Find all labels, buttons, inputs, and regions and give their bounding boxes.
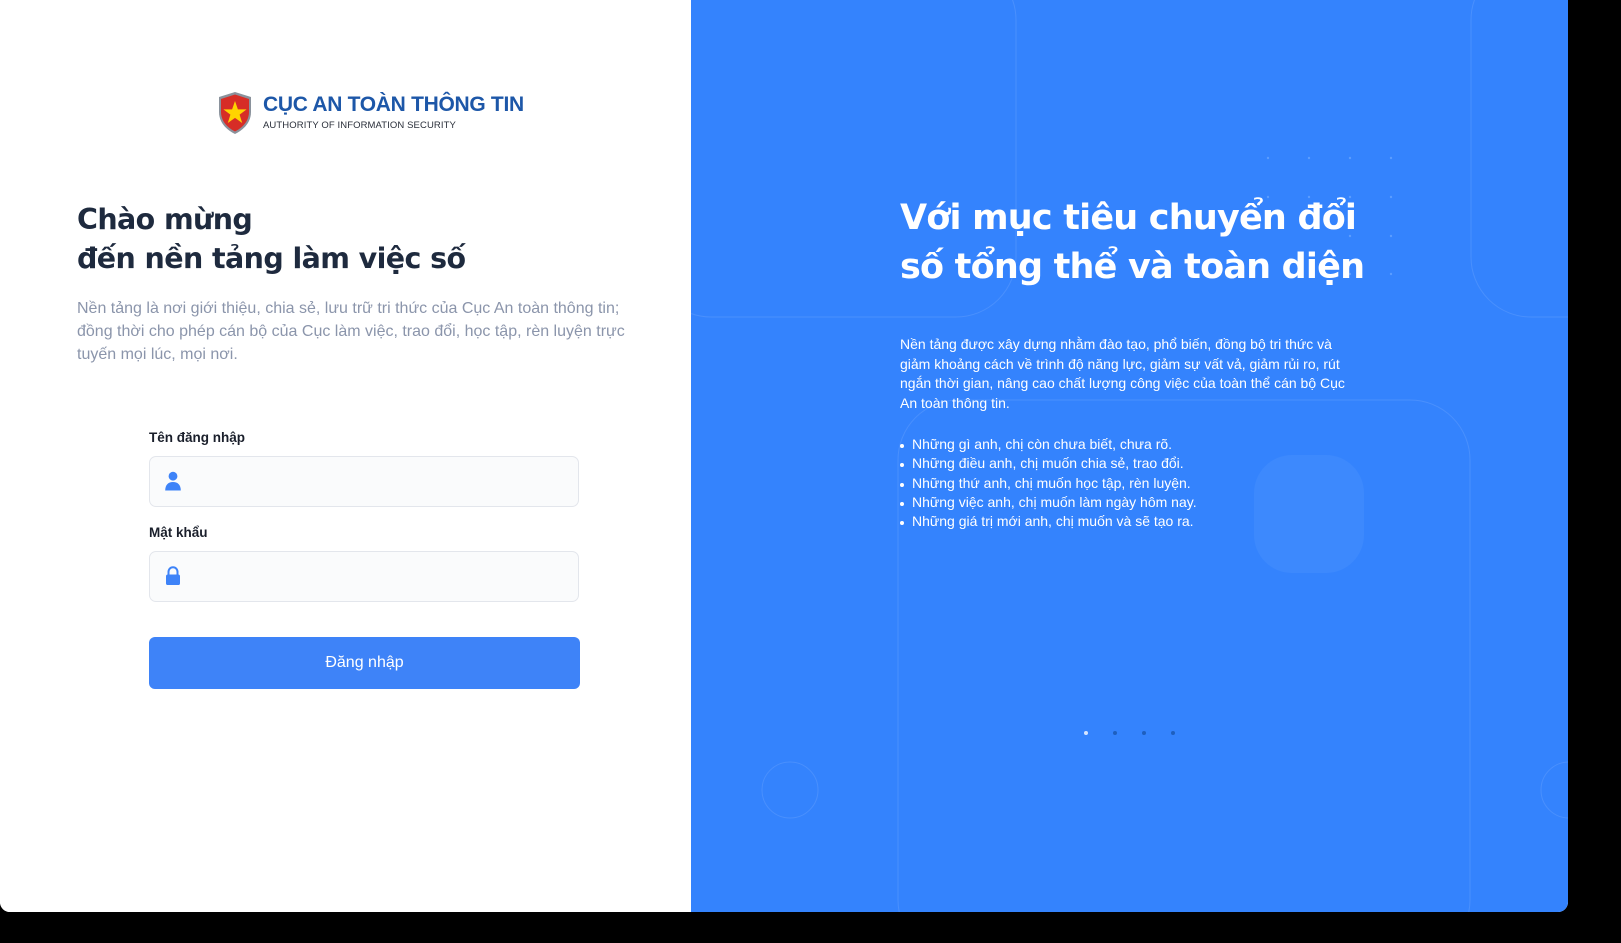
lock-icon	[166, 566, 180, 585]
welcome-title-line-2: đến nền tảng làm việc số	[77, 242, 466, 275]
carousel-dot-3[interactable]	[1142, 731, 1146, 735]
password-field[interactable]	[149, 551, 579, 603]
carousel-dot-4[interactable]	[1171, 731, 1175, 735]
hero-bullet-list: Những gì anh, chị còn chưa biết, chưa rõ…	[900, 435, 1197, 531]
hero-title: Với mục tiêu chuyển đổi số tổng thể và t…	[900, 194, 1365, 292]
password-input[interactable]	[194, 552, 568, 603]
carousel-indicator	[1084, 731, 1175, 735]
carousel-dot-1[interactable]	[1084, 731, 1088, 735]
list-item: Những thứ anh, chị muốn học tập, rèn luy…	[900, 474, 1197, 493]
username-label: Tên đăng nhập	[149, 430, 245, 445]
login-panel: CỤC AN TOÀN THÔNG TIN AUTHORITY OF INFOR…	[0, 0, 691, 912]
list-item: Những gì anh, chị còn chưa biết, chưa rõ…	[900, 435, 1197, 454]
list-item: Những việc anh, chị muốn làm ngày hôm na…	[900, 493, 1197, 512]
brand-title: CỤC AN TOÀN THÔNG TIN	[263, 92, 524, 116]
app-window: CỤC AN TOÀN THÔNG TIN AUTHORITY OF INFOR…	[0, 0, 1568, 912]
list-item: Những điều anh, chị muốn chia sẻ, trao đ…	[900, 454, 1197, 473]
carousel-dot-2[interactable]	[1113, 731, 1117, 735]
username-input[interactable]	[194, 457, 568, 508]
hero-description: Nền tảng được xây dựng nhằm đào tạo, phổ…	[900, 336, 1345, 411]
hero-title-line-1: Với mục tiêu chuyển đổi	[900, 198, 1357, 238]
welcome-title-line-1: Chào mừng	[77, 203, 253, 236]
user-icon	[165, 471, 181, 491]
login-button[interactable]: Đăng nhập	[149, 637, 580, 689]
welcome-title: Chào mừng đến nền tảng làm việc số	[77, 200, 466, 278]
list-item: Những giá trị mới anh, chị muốn và sẽ tạ…	[900, 512, 1197, 531]
username-field[interactable]	[149, 456, 579, 508]
shield-star-emblem-icon	[219, 92, 251, 134]
hero-panel: Với mục tiêu chuyển đổi số tổng thể và t…	[691, 0, 1568, 912]
hero-title-line-2: số tổng thể và toàn diện	[900, 247, 1365, 287]
brand-logo: CỤC AN TOÀN THÔNG TIN AUTHORITY OF INFOR…	[216, 90, 524, 136]
welcome-description: Nền tảng là nơi giới thiệu, chia sẻ, lưu…	[77, 300, 625, 363]
brand-text: CỤC AN TOÀN THÔNG TIN AUTHORITY OF INFOR…	[263, 92, 524, 133]
password-label: Mật khẩu	[149, 525, 208, 540]
brand-subtitle: AUTHORITY OF INFORMATION SECURITY	[263, 119, 456, 131]
